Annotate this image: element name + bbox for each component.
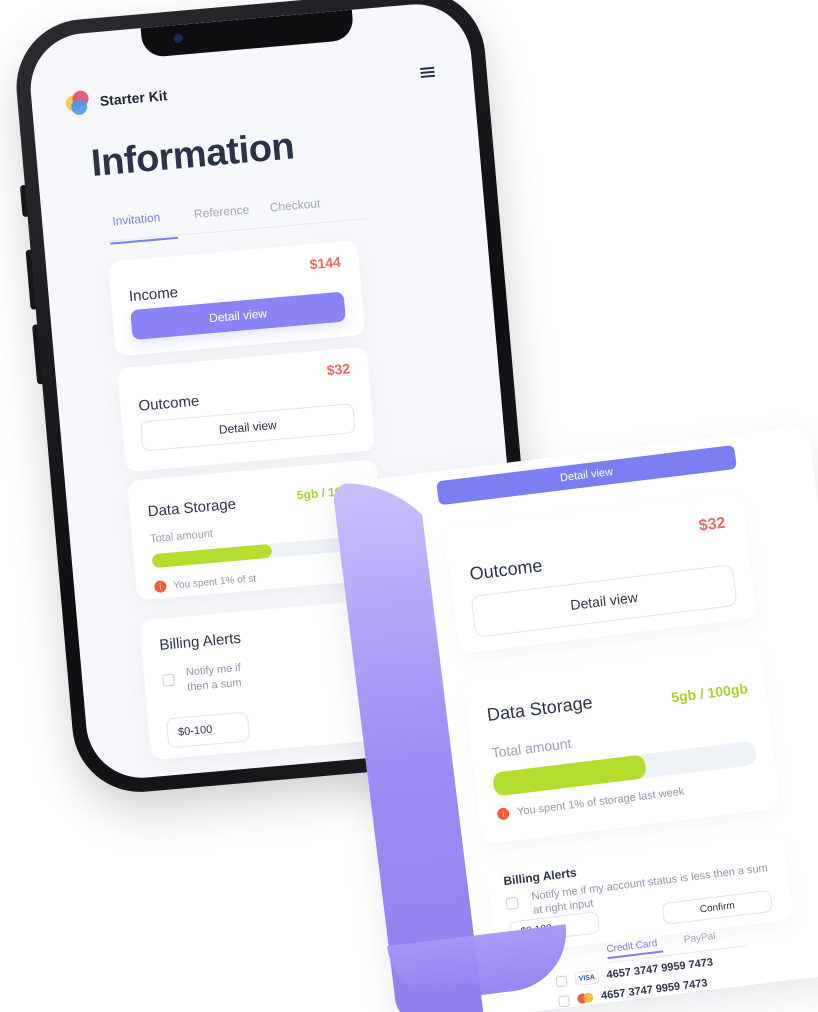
- tab-reference[interactable]: Reference: [193, 202, 249, 221]
- menu-icon[interactable]: [420, 66, 435, 78]
- paper-storage-metric: 5gb / 100gb: [670, 680, 749, 706]
- starter-kit-logo: [65, 90, 91, 116]
- tab-invitation[interactable]: Invitation: [112, 210, 161, 228]
- billing-amount-select[interactable]: $0-100: [165, 711, 251, 749]
- receipt-paper: Detail view Outcome $32 Detail view Data…: [331, 425, 818, 1012]
- paper-content: Detail view Outcome $32 Detail view Data…: [417, 429, 818, 1012]
- paper-billing-checkbox[interactable]: [505, 896, 519, 911]
- tab-checkout[interactable]: Checkout: [269, 196, 321, 214]
- outcome-title: Outcome: [137, 392, 200, 415]
- storage-progress-fill: [151, 543, 273, 569]
- storage-warning-text: You spent 1% of st: [172, 572, 257, 591]
- storage-title: Data Storage: [147, 495, 237, 521]
- mastercard-icon: [576, 992, 594, 1005]
- mastercard-checkbox[interactable]: [557, 994, 571, 1007]
- page-title: Information: [89, 125, 296, 185]
- visa-checkbox[interactable]: [555, 974, 568, 988]
- stage: Starter Kit Information Invitation Refer…: [0, 0, 818, 1012]
- paper-storage-progress-fill: [492, 754, 648, 797]
- brand: Starter Kit: [65, 83, 168, 116]
- outcome-card: Outcome $32 Detail view: [117, 346, 376, 473]
- visa-icon: VISA: [574, 969, 600, 987]
- paper-storage-card: Data Storage 5gb / 100gb Total amount i …: [462, 643, 781, 845]
- warning-icon: i: [153, 580, 167, 594]
- paper-storage-subtitle: Total amount: [490, 735, 573, 761]
- outcome-amount: $32: [326, 360, 351, 379]
- billing-title: Billing Alerts: [158, 629, 242, 654]
- paper-outcome-amount: $32: [697, 514, 727, 535]
- tab-bar: Invitation Reference Checkout: [101, 184, 368, 243]
- paper-outcome-card: Outcome $32 Detail view: [444, 492, 758, 654]
- income-amount: $144: [308, 253, 342, 273]
- brand-name: Starter Kit: [99, 87, 168, 109]
- income-title: Income: [128, 283, 179, 306]
- paper-outcome-title: Outcome: [468, 555, 544, 585]
- billing-checkbox[interactable]: [162, 673, 176, 687]
- storage-subtitle: Total amount: [149, 527, 214, 546]
- warning-icon: i: [496, 807, 510, 821]
- top-bar: Starter Kit: [65, 57, 436, 119]
- income-card: Income $144 Detail view: [107, 240, 366, 357]
- tab-paypal[interactable]: PayPal: [683, 931, 716, 946]
- paper-storage-title: Data Storage: [485, 692, 594, 725]
